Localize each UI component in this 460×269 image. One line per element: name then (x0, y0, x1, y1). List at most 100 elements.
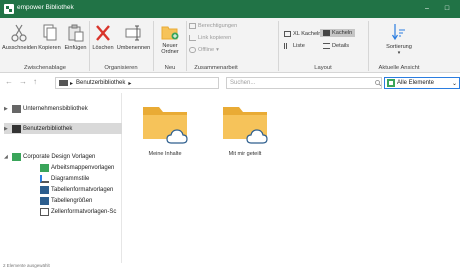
permissions-icon (189, 23, 196, 29)
expand-arrow-icon[interactable]: ▶ (4, 126, 12, 132)
permissions-label: Berechtigungen (198, 23, 238, 29)
paste-button[interactable]: Einfügen (63, 24, 88, 51)
group-divider (278, 21, 279, 71)
rename-label: Umbenennen (116, 45, 151, 51)
new-group-label: Neu (164, 65, 176, 71)
new-folder-button[interactable]: Neuer Ordner (156, 24, 184, 55)
library-icon (12, 105, 21, 113)
offline-button[interactable]: Offline ▾ (189, 47, 219, 53)
group-divider (186, 21, 187, 71)
chevron-down-icon: ▾ (216, 47, 219, 53)
cut-button[interactable]: Ausschneiden (2, 24, 38, 51)
breadcrumb-separator: ▸ (70, 80, 74, 87)
tree-item-arbeitsmappenvorlagen[interactable]: Arbeitsmappenvorlagen (40, 163, 122, 173)
copy-button[interactable]: Kopieren (37, 24, 62, 51)
tiles-button[interactable]: Kacheln (320, 29, 356, 37)
folder-label: Meine Inhalte (148, 151, 182, 157)
chevron-down-icon: ▾ (397, 50, 401, 56)
status-bar: 2 Elemente ausgewählt (3, 263, 50, 268)
tree-item-benutzerbibliothek[interactable]: ▶ Benutzerbibliothek (4, 123, 122, 134)
tiles-icon (323, 30, 330, 36)
chart-icon (40, 175, 49, 183)
back-button[interactable]: ← (5, 77, 13, 86)
cloud-icon (189, 47, 196, 53)
link-icon (189, 35, 196, 41)
tree-item-label: Tabellengrößen (51, 198, 93, 204)
offline-label: Offline (198, 47, 215, 53)
table-format-icon (40, 186, 49, 194)
sort-button[interactable]: Sortierung ▾ (376, 23, 422, 56)
tree-item-zellenformatvorlagen[interactable]: Zellenformatvorlagen-Sc (40, 207, 122, 217)
xl-tiles-button[interactable]: XL Kacheln (282, 30, 323, 38)
tree-item-label: Benutzerbibliothek (23, 125, 73, 132)
user-library-icon (12, 124, 21, 133)
details-button[interactable]: Details (320, 42, 352, 50)
list-button[interactable]: Liste (282, 42, 307, 50)
new-folder-icon (161, 26, 179, 40)
delete-label: Löschen (92, 45, 114, 51)
layout-group-label: Layout (314, 65, 332, 71)
tree-item-label: Unternehmensbibliothek (23, 106, 88, 112)
ribbon: Ausschneiden Kopieren Einfügen Zwischena… (0, 18, 460, 73)
folder-label: Mit mir geteilt (228, 151, 262, 157)
paste-icon (68, 24, 83, 42)
tree-item-label: Zellenformatvorlagen-Sc (51, 209, 117, 215)
title-bar: empower Bibliothek – □ (0, 0, 460, 18)
filter-icon (387, 79, 395, 87)
maximize-button[interactable]: □ (440, 3, 454, 15)
folder-meine-inhalte[interactable]: Meine Inhalte (135, 103, 195, 157)
delete-button[interactable]: Löschen (90, 24, 116, 51)
collapse-arrow-icon[interactable]: ◢ (4, 154, 12, 160)
minimize-button[interactable]: – (420, 3, 434, 15)
organize-group-label: Organisieren (104, 65, 138, 71)
content-area: Meine Inhalte Mit mir geteilt (123, 93, 460, 263)
tiles-label: Kacheln (332, 30, 353, 36)
up-button[interactable]: ↑ (33, 77, 37, 86)
tree-item-label: Tabellenformatvorlagen (51, 187, 114, 193)
breadcrumb[interactable]: ▸ Benutzerbibliothek ▸ (55, 77, 219, 89)
filter-value: Alle Elemente (397, 80, 435, 86)
permissions-button[interactable]: Berechtigungen (189, 23, 237, 29)
sort-icon (392, 24, 405, 41)
cut-label: Ausschneiden (2, 45, 38, 51)
copy-link-label: Link kopieren (198, 35, 232, 41)
paste-label: Einfügen (64, 45, 87, 51)
details-label: Details (332, 43, 350, 49)
workbook-icon (40, 164, 49, 172)
template-library-icon (12, 153, 21, 161)
forward-button[interactable]: → (19, 77, 27, 86)
breadcrumb-separator: ▸ (128, 80, 132, 87)
search-input[interactable]: Suchen... (226, 77, 382, 89)
tree-item-diagrammstile[interactable]: Diagrammstile (40, 174, 122, 184)
list-icon (284, 43, 291, 49)
rename-icon (125, 25, 140, 41)
folder-mit-mir-geteilt[interactable]: Mit mir geteilt (215, 103, 275, 157)
window-title: empower Bibliothek (17, 4, 74, 11)
current-view-group-label: Aktuelle Ansicht (378, 65, 420, 71)
app-logo-icon (4, 4, 14, 14)
table-size-icon (40, 197, 49, 205)
tree-item-label: Corporate Design Vorlagen (23, 154, 96, 160)
clipboard-group-label: Zwischenablage (24, 65, 66, 71)
tree-item-label: Diagrammstile (51, 176, 90, 182)
library-icon (59, 80, 68, 86)
copy-label: Kopieren (38, 45, 61, 51)
delete-x-icon (96, 25, 110, 41)
xl-tiles-icon (284, 31, 291, 37)
collaboration-group-label: Zusammenarbeit (194, 65, 238, 71)
tree-item-tabellengroessen[interactable]: Tabellengrößen (40, 196, 122, 206)
breadcrumb-item[interactable]: Benutzerbibliothek (76, 80, 125, 86)
cloud-folder-icon (223, 107, 268, 144)
tree-item-tabellenformatvorlagen[interactable]: Tabellenformatvorlagen (40, 185, 122, 195)
tree-item-unternehmensbibliothek[interactable]: ▶ Unternehmensbibliothek (4, 104, 120, 114)
xl-tiles-label: XL Kacheln (293, 31, 322, 37)
copy-link-button[interactable]: Link kopieren (189, 35, 231, 41)
scissors-icon (11, 24, 27, 42)
search-icon[interactable] (375, 80, 381, 86)
address-bar: ← → ↑ ▸ Benutzerbibliothek ▸ Suchen... A… (0, 75, 460, 91)
rename-button[interactable]: Umbenennen (116, 24, 151, 51)
chevron-down-icon: ⌄ (451, 80, 457, 87)
tree-item-corporate-design-vorlagen[interactable]: ◢ Corporate Design Vorlagen (4, 152, 122, 162)
expand-arrow-icon[interactable]: ▶ (4, 106, 12, 112)
filter-dropdown[interactable]: Alle Elemente ⌄ (384, 77, 460, 89)
